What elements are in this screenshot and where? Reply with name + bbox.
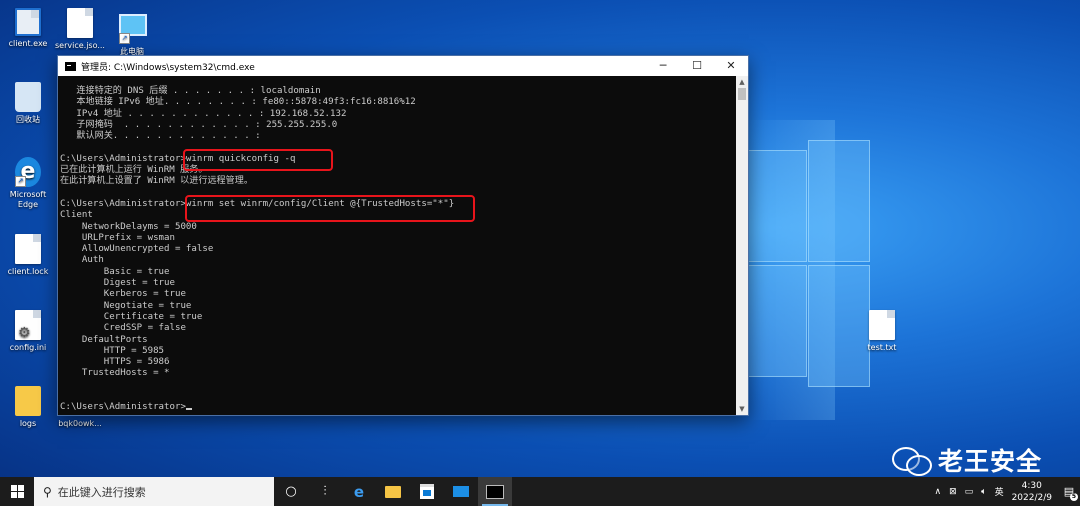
console-line: C:\Users\Administrator>winrm quickconfig… — [60, 153, 296, 164]
taskbar-store[interactable] — [410, 477, 444, 506]
console-line: HTTPS = 5986 — [60, 357, 170, 368]
desktop-icon-service-json[interactable]: service.jso... — [52, 8, 108, 51]
timeline-icon: ⫶ — [323, 484, 327, 499]
window-titlebar[interactable]: 管理员: C:\Windows\system32\cmd.exe ─ ☐ ✕ — [58, 56, 748, 76]
highlight-quickconfig — [183, 149, 333, 171]
console-cursor — [185, 408, 192, 411]
minimize-button[interactable]: ─ — [646, 56, 680, 76]
console-line: URLPrefix = wsman — [60, 232, 175, 243]
search-placeholder: 在此键入进行搜索 — [57, 485, 146, 499]
watermark: 老王安全 — [892, 442, 1042, 478]
console-line: C:\Users\Administrator> — [60, 402, 736, 413]
ime-indicator[interactable]: 英 — [995, 485, 1004, 498]
console-line: 在此计算机上设置了 WinRM 以进行远程管理。 — [60, 176, 253, 187]
console-line: Kerberos = true — [60, 289, 186, 300]
console-line: Auth — [60, 255, 104, 266]
highlight-trustedhosts — [185, 195, 475, 222]
taskbar-file-explorer[interactable] — [376, 477, 410, 506]
desktop-icon-logs[interactable]: logs — [0, 386, 56, 429]
start-button[interactable] — [0, 477, 34, 506]
computer-icon: ↗ — [119, 14, 147, 44]
desktop-icon-edge[interactable]: e ↗ Microsoft Edge — [0, 157, 56, 210]
console-line: 本地链接 IPv6 地址. . . . . . . . : fe80::5878… — [60, 97, 416, 108]
close-button[interactable]: ✕ — [714, 56, 748, 76]
taskbar-edge[interactable]: e — [342, 477, 376, 506]
windows-logo-icon — [10, 485, 24, 498]
console-line: HTTP = 5985 — [60, 345, 165, 356]
task-view-button[interactable]: ○ — [274, 477, 308, 506]
desktop-icon-this-pc[interactable]: ↗ 此电脑 — [104, 8, 160, 57]
cmd-icon — [65, 61, 76, 71]
console-line: 默认网关. . . . . . . . . . . . . : — [60, 131, 261, 142]
monitor-icon[interactable]: ▭ — [965, 487, 974, 497]
clock-time: 4:30 — [1021, 480, 1042, 491]
taskbar-mail[interactable] — [444, 477, 478, 506]
widgets-button[interactable]: ⫶ — [308, 477, 342, 506]
console-line: IPv4 地址 . . . . . . . . . . . . : 192.16… — [60, 108, 347, 119]
desktop-icon-recycle-bin[interactable]: 回收站 — [0, 82, 56, 125]
system-tray: ∧ ⊠ ▭ 🔈︎ 英 4:30 2022/2/9 ▤ 5 — [931, 477, 1080, 506]
edge-icon: e — [353, 482, 365, 501]
search-icon: ⚲ — [43, 484, 52, 499]
notification-badge: 5 — [1070, 493, 1078, 501]
scroll-thumb[interactable] — [738, 88, 746, 100]
taskbar-cmd[interactable] — [478, 477, 512, 506]
console-line: Digest = true — [60, 278, 175, 289]
mail-icon — [453, 486, 469, 497]
desktop-icon-client-exe[interactable]: client.exe — [0, 8, 56, 49]
settings-file-icon: ⚙ — [15, 310, 41, 340]
file-icon — [67, 8, 93, 38]
text-file-icon — [869, 310, 895, 340]
volume-icon[interactable]: 🔈︎ — [981, 487, 986, 497]
console-output[interactable]: 连接特定的 DNS 后缀 . . . . . . . : localdomain… — [58, 76, 736, 415]
console-line: 已在此计算机上运行 WinRM 服务。 — [60, 165, 208, 176]
exe-file-icon — [15, 8, 41, 36]
console-line: Negotiate = true — [60, 300, 192, 311]
console-line: CredSSP = false — [60, 323, 186, 334]
network-icon[interactable]: ⊠ — [949, 487, 957, 497]
clock-date: 2022/2/9 — [1011, 492, 1052, 503]
recycle-bin-icon — [15, 82, 41, 112]
desktop-icon-config-ini[interactable]: ⚙ config.ini — [0, 310, 56, 353]
store-icon — [420, 484, 434, 499]
task-view-icon: ○ — [285, 484, 297, 499]
notification-button[interactable]: ▤ 5 — [1058, 485, 1080, 501]
console-line: NetworkDelayms = 5000 — [60, 221, 197, 232]
console-line: AllowUnencrypted = false — [60, 244, 214, 255]
scroll-up-arrow-icon[interactable]: ▲ — [736, 76, 748, 88]
console-line: DefaultPorts — [60, 334, 148, 345]
console-line: 连接特定的 DNS 后缀 . . . . . . . : localdomain — [60, 86, 321, 96]
folder-icon — [385, 485, 401, 498]
console-line: 子网掩码 . . . . . . . . . . . . : 255.255.2… — [60, 119, 338, 130]
cmd-icon — [486, 484, 504, 499]
taskbar-search[interactable]: ⚲ 在此键入进行搜索 — [34, 477, 274, 506]
desktop-icon-test-txt[interactable]: test.txt — [854, 310, 910, 353]
maximize-button[interactable]: ☐ — [680, 56, 714, 76]
taskbar: ⚲ 在此键入进行搜索 ○ ⫶ e ∧ ⊠ ▭ 🔈︎ 英 4:30 2022/2/… — [0, 477, 1080, 506]
clock[interactable]: 4:30 2022/2/9 — [1012, 480, 1052, 504]
file-icon — [15, 234, 41, 264]
cmd-window[interactable]: 管理员: C:\Windows\system32\cmd.exe ─ ☐ ✕ 连… — [57, 55, 749, 416]
window-title: 管理员: C:\Windows\system32\cmd.exe — [81, 62, 255, 73]
vertical-scrollbar[interactable]: ▲ ▼ — [736, 76, 748, 415]
desktop-icon-client-lock[interactable]: client.lock — [0, 234, 56, 277]
tray-overflow-button[interactable]: ∧ — [935, 487, 942, 497]
scroll-down-arrow-icon[interactable]: ▼ — [736, 403, 748, 415]
edge-icon: e ↗ — [15, 157, 41, 187]
watermark-text: 老王安全 — [938, 447, 1043, 476]
console-line: Basic = true — [60, 266, 170, 277]
console-line: TrustedHosts = * — [60, 368, 170, 379]
folder-icon — [15, 386, 41, 416]
wechat-icon — [892, 445, 932, 476]
console-line: Certificate = true — [60, 311, 203, 322]
